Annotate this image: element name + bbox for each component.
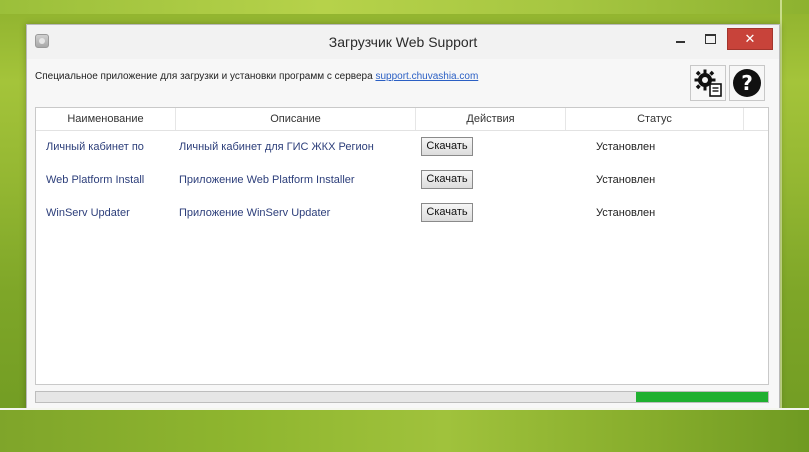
server-link[interactable]: support.chuvashia.com bbox=[375, 71, 478, 82]
list-row[interactable]: WinServ Updater Приложение WinServ Updat… bbox=[36, 198, 768, 228]
close-button[interactable]: ✕ bbox=[727, 28, 773, 50]
column-header-status[interactable]: Статус bbox=[566, 108, 744, 130]
app-window: Загрузчик Web Support ✕ Специальное прил… bbox=[26, 24, 780, 412]
row-description: Приложение Web Platform Installer bbox=[179, 174, 355, 186]
programs-list: Наименование Описание Действия Статус Ли… bbox=[35, 107, 769, 385]
row-name: Личный кабинет по bbox=[46, 141, 144, 153]
progress-bar bbox=[35, 391, 769, 403]
help-icon: ? bbox=[733, 69, 761, 97]
column-header-description[interactable]: Описание bbox=[176, 108, 416, 130]
download-button[interactable]: Скачать bbox=[421, 203, 473, 222]
download-button[interactable]: Скачать bbox=[421, 137, 473, 156]
progress-fill bbox=[636, 392, 768, 402]
row-description: Личный кабинет для ГИС ЖКХ Регион bbox=[179, 141, 374, 153]
list-header: Наименование Описание Действия Статус bbox=[36, 108, 768, 131]
row-status: Установлен bbox=[596, 207, 656, 219]
gear-settings-icon bbox=[694, 69, 722, 97]
help-button[interactable]: ? bbox=[729, 65, 765, 101]
row-description: Приложение WinServ Updater bbox=[179, 207, 331, 219]
minimize-button[interactable] bbox=[667, 29, 693, 49]
close-icon: ✕ bbox=[744, 31, 756, 47]
list-row[interactable]: Web Platform Install Приложение Web Plat… bbox=[36, 165, 768, 195]
settings-button[interactable] bbox=[690, 65, 726, 101]
row-status: Установлен bbox=[596, 141, 656, 153]
desktop-wallpaper-top bbox=[0, 0, 809, 14]
row-name: Web Platform Install bbox=[46, 174, 145, 186]
description-label: Специальное приложение для загрузки и ус… bbox=[35, 71, 376, 82]
desktop-edge-line bbox=[780, 0, 782, 410]
row-status: Установлен bbox=[596, 174, 656, 186]
desktop-wallpaper-bottom bbox=[0, 410, 809, 452]
description-text: Специальное приложение для загрузки и ус… bbox=[35, 71, 478, 82]
maximize-button[interactable] bbox=[697, 29, 723, 49]
column-header-actions[interactable]: Действия bbox=[416, 108, 566, 130]
title-bar[interactable]: Загрузчик Web Support ✕ bbox=[27, 25, 779, 59]
list-row[interactable]: Личный кабинет по Личный кабинет для ГИС… bbox=[36, 132, 768, 162]
row-name: WinServ Updater bbox=[46, 207, 130, 219]
download-button[interactable]: Скачать bbox=[421, 170, 473, 189]
column-header-name[interactable]: Наименование bbox=[36, 108, 176, 130]
